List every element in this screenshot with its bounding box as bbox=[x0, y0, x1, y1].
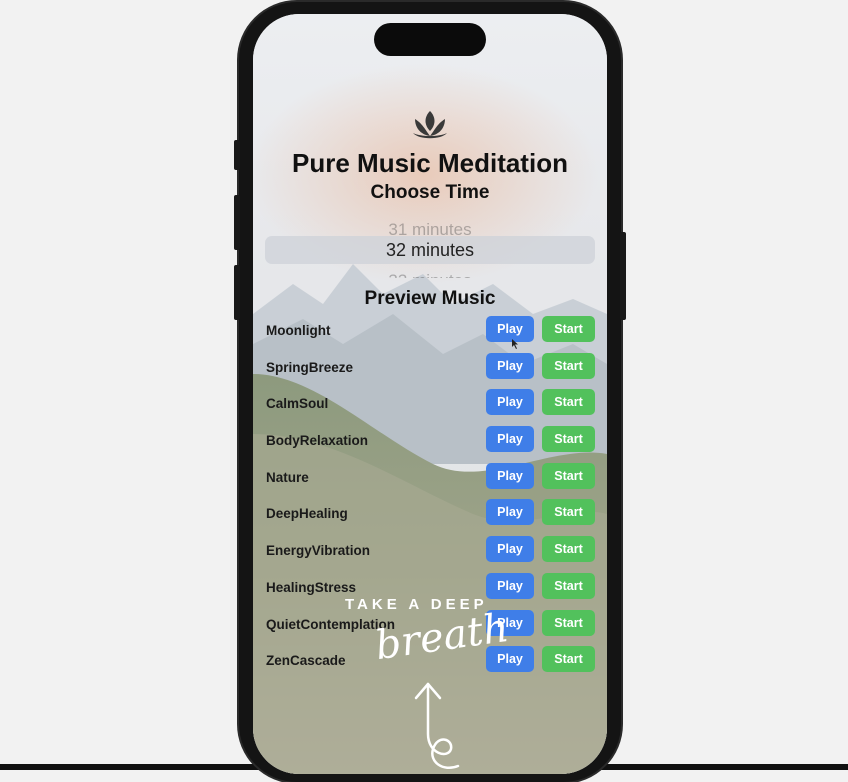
volume-down-button bbox=[234, 265, 240, 320]
power-button bbox=[620, 232, 626, 320]
cursor-icon bbox=[512, 339, 518, 349]
track-name: EnergyVibration bbox=[266, 543, 371, 559]
play-button[interactable]: Play bbox=[486, 389, 534, 416]
play-button[interactable]: Play bbox=[486, 426, 534, 453]
play-button[interactable]: Play bbox=[486, 499, 534, 526]
play-button[interactable]: Play bbox=[486, 316, 534, 342]
volume-up-button bbox=[234, 195, 240, 250]
start-button[interactable]: Start bbox=[542, 316, 595, 342]
play-button[interactable]: Play bbox=[486, 536, 534, 563]
time-picker-selected[interactable]: 32 minutes bbox=[265, 236, 595, 264]
choose-time-heading: Choose Time bbox=[370, 182, 490, 203]
track-name: Nature bbox=[266, 469, 309, 485]
play-button[interactable]: Play bbox=[486, 462, 534, 489]
start-button[interactable]: Start bbox=[542, 609, 595, 636]
track-row: SpringBreeze Play Start bbox=[253, 352, 607, 390]
play-button[interactable]: Play bbox=[486, 572, 534, 599]
silent-switch bbox=[234, 140, 240, 170]
track-row: Nature Play Start bbox=[253, 462, 607, 500]
start-button[interactable]: Start bbox=[542, 352, 595, 379]
start-button[interactable]: Start bbox=[542, 426, 595, 453]
dynamic-island bbox=[374, 23, 486, 56]
play-button[interactable]: Play bbox=[486, 352, 534, 379]
preview-music-heading: Preview Music bbox=[364, 288, 496, 309]
start-button[interactable]: Start bbox=[542, 572, 595, 599]
track-name: ZenCascade bbox=[266, 653, 346, 669]
arrow-doodle-icon bbox=[414, 682, 460, 769]
lotus-icon bbox=[413, 111, 447, 139]
track-row: EnergyVibration Play Start bbox=[253, 536, 607, 573]
start-button[interactable]: Start bbox=[542, 462, 595, 489]
track-row: DeepHealing Play Start bbox=[253, 499, 607, 536]
track-name: HealingStress bbox=[266, 579, 357, 595]
picker-next-option[interactable]: 33 minutes bbox=[253, 268, 607, 278]
start-button[interactable]: Start bbox=[542, 389, 595, 416]
track-name: BodyRelaxation bbox=[266, 433, 369, 449]
start-button[interactable]: Start bbox=[542, 499, 595, 526]
track-name: CalmSoul bbox=[266, 396, 329, 412]
track-row: Moonlight Play Start bbox=[253, 316, 607, 353]
start-button[interactable]: Start bbox=[542, 536, 595, 563]
start-button[interactable]: Start bbox=[542, 646, 595, 673]
track-row: BodyRelaxation Play Start bbox=[253, 426, 607, 463]
app-title: Pure Music Meditation bbox=[292, 148, 568, 178]
track-row: CalmSoul Play Start bbox=[253, 389, 607, 426]
track-name: Moonlight bbox=[266, 323, 331, 338]
track-name: DeepHealing bbox=[266, 506, 348, 522]
app-screen: Pure Music Meditation Choose Time 31 min… bbox=[253, 14, 607, 774]
track-name: SpringBreeze bbox=[266, 359, 354, 375]
